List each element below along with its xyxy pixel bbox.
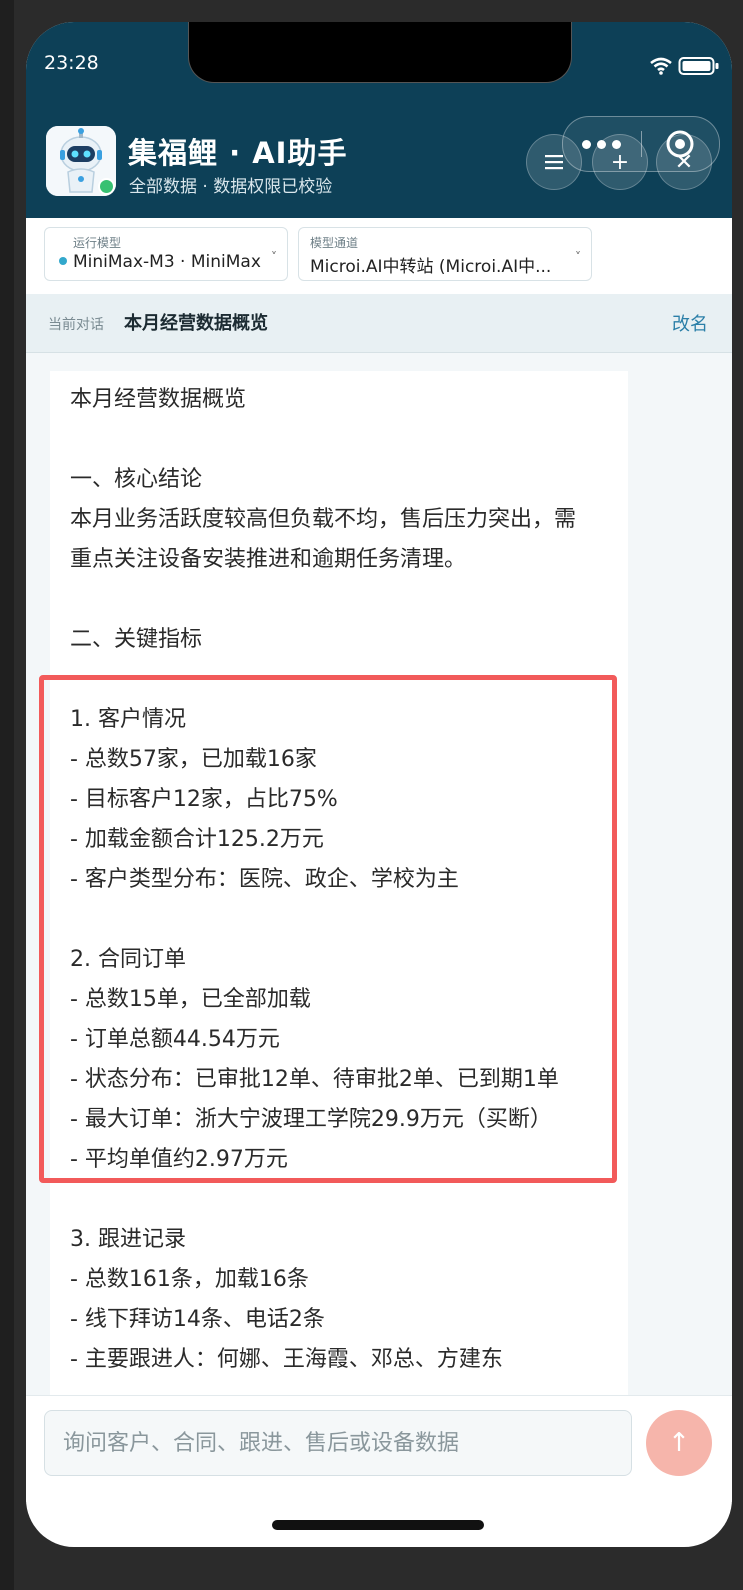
message-line: 一、核心结论 — [70, 467, 203, 492]
status-time: 23:28 — [44, 52, 99, 74]
channel-select[interactable]: 模型通道 Microi.AI中转站 (Microi.AI中... ˅ — [298, 227, 592, 281]
exit-miniprogram-button[interactable] — [642, 129, 720, 159]
conversation-label: 当前对话 — [48, 317, 104, 333]
home-indicator — [272, 1520, 484, 1530]
miniprogram-capsule — [562, 116, 720, 172]
wifi-icon — [650, 57, 672, 75]
model-select-value: MiniMax-M3 · MiniMax — [73, 252, 261, 272]
target-icon — [666, 130, 694, 158]
more-button[interactable] — [563, 139, 641, 149]
more-dot-icon — [597, 139, 607, 149]
arrow-up-icon: ↑ — [668, 1428, 690, 1458]
app-title: 集福鲤 · AI助手 — [128, 136, 348, 170]
rename-button[interactable]: 改名 — [672, 310, 708, 336]
assistant-message: 本月经营数据概览 一、核心结论 本月业务活跃度较高但负载不均，售后压力突出，需 … — [39, 371, 628, 1395]
send-button[interactable]: ↑ — [646, 1410, 712, 1476]
message-line: 3. 跟进记录 — [70, 1227, 186, 1252]
message-line: 本月经营数据概览 — [70, 387, 247, 412]
conversation-title: 本月经营数据概览 — [124, 313, 268, 334]
input-bar: ↑ — [26, 1395, 732, 1502]
message-line: 重点关注设备安装推进和逾期任务清理。 — [70, 547, 467, 572]
chat-area[interactable]: 本月经营数据概览 一、核心结论 本月业务活跃度较高但负载不均，售后压力突出，需 … — [26, 353, 732, 1395]
channel-select-label: 模型通道 — [310, 236, 359, 250]
chevron-down-icon: ˅ — [575, 250, 581, 264]
channel-select-value: Microi.AI中转站 (Microi.AI中... — [310, 257, 552, 277]
menu-icon — [545, 155, 563, 170]
model-select[interactable]: 运行模型 MiniMax-M3 · MiniMax ˅ — [44, 227, 288, 281]
message-line: 二、关键指标 — [70, 627, 203, 652]
model-selector-bar: 运行模型 MiniMax-M3 · MiniMax ˅ 模型通道 Microi.… — [26, 218, 732, 294]
battery-icon — [678, 57, 719, 75]
message-line: - 总数161条，加载16条 — [70, 1267, 309, 1292]
message-input[interactable] — [45, 1411, 631, 1475]
model-select-label: 运行模型 — [73, 236, 122, 250]
app-subtitle: 全部数据 · 数据权限已校验 — [129, 177, 333, 197]
chevron-down-icon: ˅ — [271, 250, 277, 264]
more-dot-icon — [612, 139, 622, 149]
app-header: 23:28 + ✕ 集福鲤 · AI助手 全部数据 · 数据权限已校验 — [26, 22, 732, 218]
highlight-box — [39, 675, 617, 1183]
more-dot-icon — [582, 139, 592, 149]
phone-frame: 23:28 + ✕ 集福鲤 · AI助手 全部数据 · 数据权限已校验 运行模型… — [26, 22, 732, 1547]
message-line: - 主要跟进人：何娜、王海霞、邓总、方建东 — [70, 1347, 503, 1372]
message-line: - 线下拜访14条、电话2条 — [70, 1307, 325, 1332]
message-line: 本月业务活跃度较高但负载不均，售后压力突出，需 — [70, 507, 577, 532]
message-input-wrapper — [44, 1410, 632, 1476]
notch — [188, 22, 572, 83]
desktop-edge — [0, 0, 14, 1590]
online-status-dot — [98, 178, 115, 195]
conversation-bar: 当前对话 本月经营数据概览 改名 — [26, 294, 732, 353]
model-status-dot — [59, 257, 67, 265]
status-icons — [650, 56, 720, 76]
